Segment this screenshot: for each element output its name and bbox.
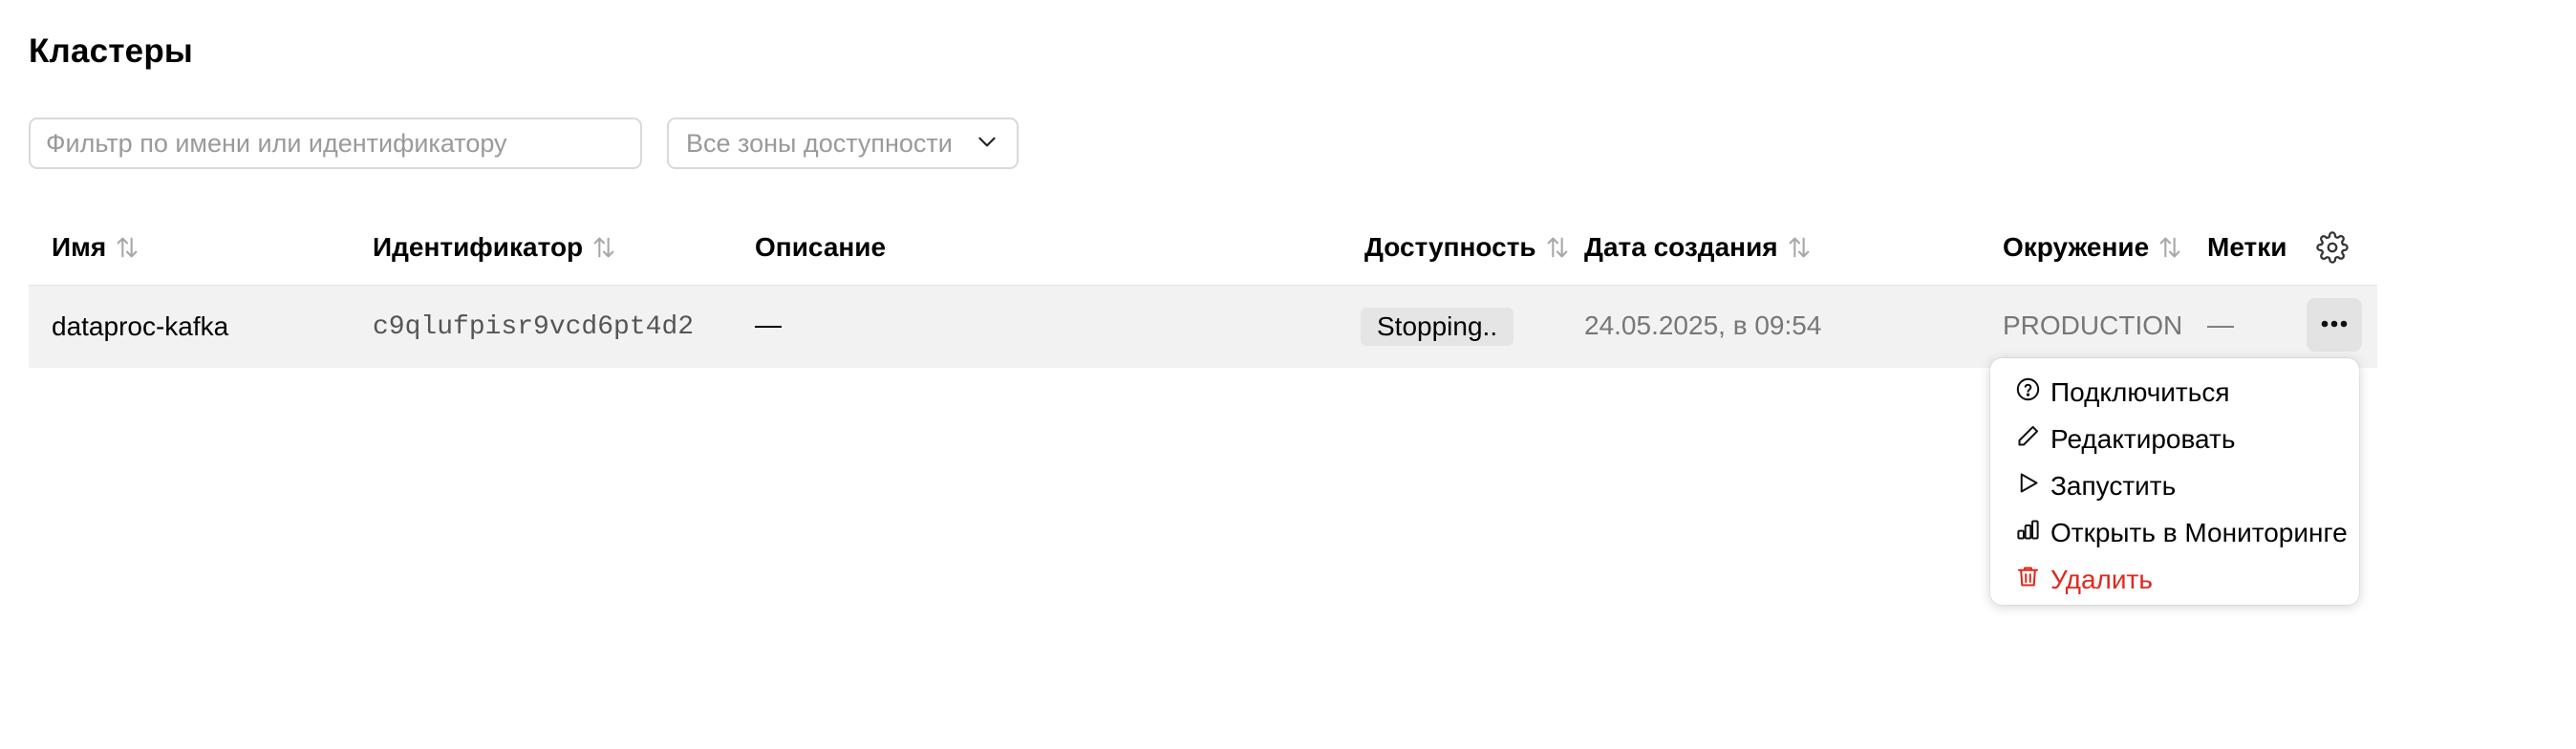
- menu-item-label: Подключиться: [2050, 377, 2230, 407]
- column-header-labels-label: Метки: [2207, 232, 2287, 262]
- page-title: Кластеры: [29, 32, 194, 70]
- cell-labels: —: [2207, 310, 2234, 339]
- chart-bars-icon: [2015, 517, 2041, 549]
- play-icon: [2015, 470, 2041, 503]
- ellipsis-icon: [2320, 316, 2349, 333]
- pencil-icon: [2015, 423, 2041, 456]
- menu-item-label: Запустить: [2050, 471, 2177, 501]
- column-header-created[interactable]: Дата создания: [1584, 232, 1813, 263]
- column-header-name[interactable]: Имя: [52, 232, 140, 263]
- cell-description: —: [755, 310, 782, 339]
- more-actions-button[interactable]: [2307, 298, 2362, 352]
- menu-item-label: Удалить: [2050, 565, 2153, 594]
- cell-environment: PRODUCTION: [2003, 310, 2183, 340]
- actions-menu: Подключиться Редактировать Запустить Отк…: [1990, 358, 2359, 605]
- column-header-created-label: Дата создания: [1584, 232, 1778, 262]
- menu-item-edit[interactable]: Редактировать: [2015, 423, 2235, 456]
- menu-item-open-monitoring[interactable]: Открыть в Мониторинге: [2015, 517, 2348, 549]
- column-header-availability-label: Доступность: [1364, 232, 1536, 262]
- gear-icon[interactable]: [2316, 231, 2349, 268]
- column-header-availability[interactable]: Доступность: [1364, 232, 1571, 263]
- menu-item-label: Открыть в Мониторинге: [2050, 518, 2348, 547]
- column-header-labels: Метки: [2207, 232, 2286, 263]
- cell-created: 24.05.2025, в 09:54: [1584, 310, 1822, 340]
- menu-item-delete[interactable]: Удалить: [2015, 564, 2153, 596]
- zone-select[interactable]: Все зоны доступности: [667, 118, 1019, 169]
- sort-icon[interactable]: [1786, 234, 1813, 261]
- menu-item-label: Редактировать: [2050, 424, 2236, 454]
- column-header-name-label: Имя: [52, 232, 107, 262]
- chevron-down-icon: [975, 129, 999, 159]
- sort-icon[interactable]: [590, 234, 617, 261]
- menu-item-start[interactable]: Запустить: [2015, 470, 2176, 503]
- help-circle-icon: [2015, 376, 2041, 409]
- cell-id: c9qlufpisr9vcd6pt4d2: [373, 312, 695, 342]
- sort-icon[interactable]: [2157, 234, 2183, 261]
- column-header-description: Описание: [755, 232, 886, 263]
- zone-select-placeholder: Все зоны доступности: [686, 128, 953, 158]
- status-badge: Stopping..: [1361, 308, 1514, 346]
- column-header-id[interactable]: Идентификатор: [373, 232, 617, 263]
- search-input[interactable]: [29, 118, 642, 169]
- column-header-environment-label: Окружение: [2003, 232, 2150, 262]
- sort-icon[interactable]: [114, 234, 140, 261]
- trash-icon: [2015, 564, 2041, 596]
- column-header-id-label: Идентификатор: [373, 232, 584, 262]
- cell-name: dataproc-kafka: [52, 311, 229, 341]
- column-header-description-label: Описание: [755, 232, 887, 262]
- sort-icon[interactable]: [1544, 234, 1571, 261]
- menu-item-connect[interactable]: Подключиться: [2015, 376, 2230, 409]
- column-header-environment[interactable]: Окружение: [2003, 232, 2183, 263]
